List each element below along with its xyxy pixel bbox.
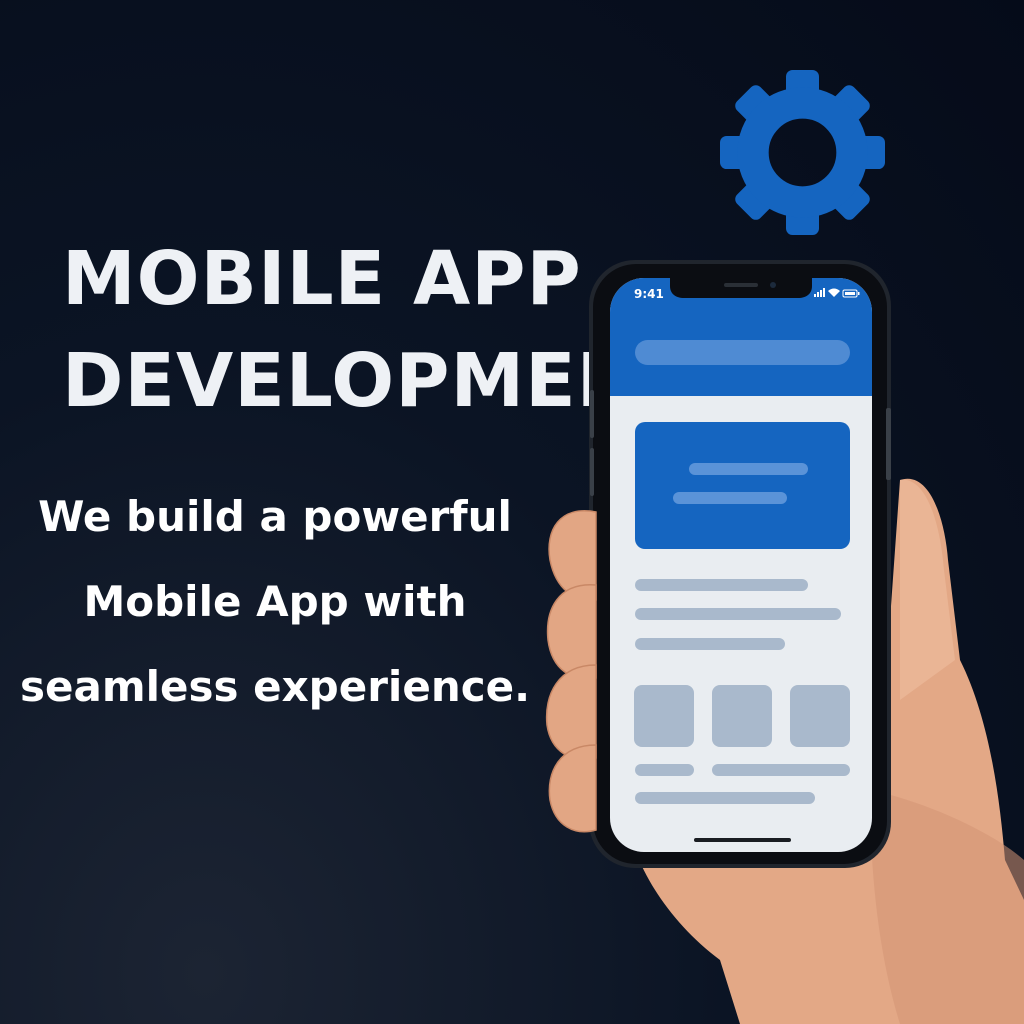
fingers — [545, 510, 597, 833]
search-bar[interactable] — [635, 340, 850, 365]
grid-tile-2[interactable] — [712, 685, 772, 747]
phone-screen — [610, 278, 872, 852]
hero-card[interactable] — [635, 422, 850, 549]
grid-tile-3[interactable] — [790, 685, 850, 747]
text-line-3 — [635, 638, 785, 650]
phone — [589, 260, 891, 868]
caption-line-1 — [635, 764, 694, 776]
grid-tile-1[interactable] — [634, 685, 694, 747]
hero-card-line-2 — [673, 492, 787, 504]
caption-line-3 — [635, 792, 815, 804]
caption-line-2 — [712, 764, 850, 776]
home-indicator[interactable] — [694, 838, 791, 842]
text-line-2 — [635, 608, 841, 620]
phone-in-hand — [545, 260, 1024, 1024]
hero-card-line-1 — [689, 463, 808, 475]
notch — [670, 278, 812, 298]
status-time: 9:41 — [634, 287, 664, 301]
text-line-1 — [635, 579, 808, 591]
